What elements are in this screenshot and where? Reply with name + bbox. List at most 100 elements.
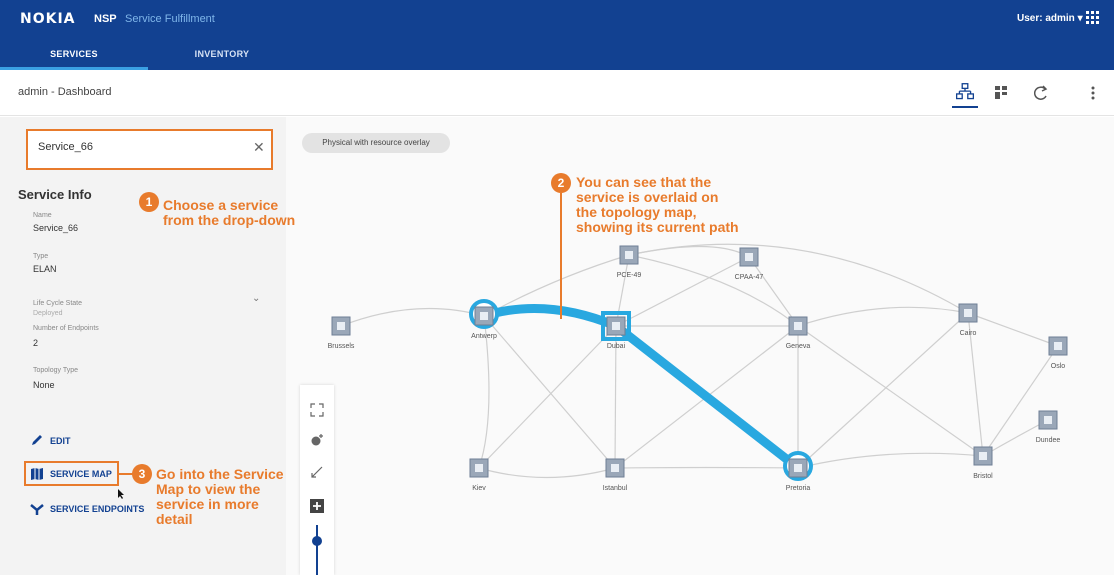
topology-node-label: Dubai — [607, 343, 626, 350]
user-menu-label: User: admin — [1017, 13, 1075, 24]
lifecycle-value: Deployed — [33, 310, 63, 317]
topology-node-label: Cairo — [960, 330, 977, 337]
topology-node-label: Oslo — [1051, 363, 1066, 370]
topology-node-label: Bristol — [973, 473, 993, 480]
more-options-icon[interactable] — [1080, 80, 1106, 108]
endpoints-value: 2 — [33, 338, 39, 348]
topology-node-label: CPAA-47 — [735, 274, 764, 281]
map-tools — [300, 385, 334, 575]
fullscreen-icon[interactable] — [310, 403, 324, 417]
callout-3-line: Map to view the — [156, 481, 261, 497]
router-icon-inner — [1044, 416, 1052, 424]
topology-type-label: Topology Type — [33, 367, 79, 374]
tab-services[interactable]: SERVICES — [0, 38, 148, 70]
callout-1-line: Choose a service — [163, 197, 279, 213]
tab-inventory[interactable]: INVENTORY — [148, 38, 296, 70]
topology-node-cairo[interactable]: Cairo — [958, 303, 978, 337]
link-tool-icon[interactable] — [310, 465, 324, 479]
endpoints-label: Number of Endpoints — [33, 325, 99, 332]
router-icon-inner — [794, 464, 802, 472]
callout-3-line: Go into the Service — [156, 466, 284, 482]
router-icon-inner — [794, 322, 802, 330]
module-name: Service Fulfillment — [125, 13, 215, 25]
chevron-down-icon[interactable]: ⌄ — [252, 293, 260, 304]
callout-2-line: service is overlaid on — [576, 189, 719, 205]
callout-2-line: You can see that the — [576, 174, 712, 190]
product-name: NSP — [94, 13, 117, 25]
router-icon-inner — [964, 309, 972, 317]
user-menu[interactable]: User: admin ▾ — [1017, 13, 1083, 24]
pencil-icon — [32, 435, 42, 445]
service-map-label: SERVICE MAP — [50, 469, 112, 479]
callout-1-text: Choose a service from the drop-down — [163, 198, 295, 228]
topology-view-icon[interactable] — [952, 80, 978, 108]
callout-2-text: You can see that the service is overlaid… — [576, 175, 739, 235]
top-bar: NOKIA NSP Service Fulfillment User: admi… — [0, 0, 1114, 38]
topology-node-dubai[interactable]: Dubai — [601, 311, 631, 350]
close-icon[interactable]: ✕ — [253, 139, 265, 156]
callout-2-leader — [560, 193, 562, 319]
name-label: Name — [33, 212, 52, 219]
cursor-icon — [118, 489, 124, 499]
main-nav: SERVICES INVENTORY — [0, 38, 1114, 70]
router-icon-inner — [337, 322, 345, 330]
refresh-icon[interactable] — [1028, 80, 1054, 108]
topology-node-istanbul[interactable]: Istanbul — [603, 458, 628, 492]
map-icon — [31, 468, 43, 480]
router-icon-inner — [625, 251, 633, 259]
service-info-title: Service Info — [18, 187, 92, 202]
add-node-icon[interactable] — [310, 433, 324, 447]
topology-node-label: Pretoria — [786, 485, 811, 492]
topology-node-label: Kiev — [472, 485, 486, 492]
lifecycle-label: Life Cycle State — [33, 300, 83, 307]
type-label: Type — [33, 253, 49, 260]
topology-node-cpaa47[interactable]: CPAA-47 — [735, 247, 764, 281]
router-icon-inner — [480, 312, 488, 320]
topology-node-bristol[interactable]: Bristol — [973, 446, 993, 480]
callout-3-text: Go into the Service Map to view the serv… — [156, 467, 284, 527]
zoom-slider[interactable] — [310, 525, 324, 575]
callout-2-line: the topology map, — [576, 204, 697, 220]
service-path-segment — [479, 304, 621, 331]
callout-3-leader — [119, 473, 133, 475]
topology-links — [340, 243, 1059, 479]
topology-node-kiev[interactable]: Kiev — [469, 458, 489, 492]
callout-2-badge: 2 — [551, 173, 571, 193]
topology-node-label: Dundee — [1036, 437, 1061, 444]
topology-node-oslo[interactable]: Oslo — [1048, 336, 1068, 370]
callout-3-line: detail — [156, 511, 193, 527]
topology-node-dundee[interactable]: Dundee — [1036, 410, 1061, 444]
edit-button[interactable]: EDIT — [50, 436, 71, 446]
router-icon-inner — [1054, 342, 1062, 350]
router-icon-inner — [475, 464, 483, 472]
topology-node-pce49[interactable]: PCE-49 — [617, 245, 642, 279]
service-search[interactable]: ✕ — [26, 129, 273, 170]
callout-3-badge: 3 — [132, 464, 152, 484]
zoom-in-icon[interactable] — [310, 499, 324, 513]
topology-type-value: None — [33, 380, 55, 390]
topology-node-pretoria[interactable]: Pretoria — [783, 451, 813, 492]
topology-node-label: Geneva — [786, 343, 811, 350]
router-icon-inner — [611, 464, 619, 472]
router-icon-inner — [745, 253, 753, 261]
topology-node-label: Antwerp — [471, 333, 497, 340]
topology-node-label: Brussels — [328, 343, 355, 350]
endpoints-icon — [30, 504, 44, 515]
topology-node-antwerp[interactable]: Antwerp — [469, 299, 499, 340]
app-grid-icon[interactable] — [1086, 11, 1100, 25]
type-value: ELAN — [33, 264, 57, 274]
name-value: Service_66 — [33, 223, 79, 233]
router-icon-inner — [979, 452, 987, 460]
sub-header: admin - Dashboard — [0, 70, 1114, 116]
router-icon-inner — [612, 322, 620, 330]
grid-view-icon[interactable] — [988, 80, 1014, 108]
topology-node-geneva[interactable]: Geneva — [786, 316, 811, 350]
callout-3-line: service in more — [156, 496, 259, 512]
breadcrumb: admin - Dashboard — [18, 86, 112, 98]
topology-node-label: Istanbul — [603, 485, 628, 492]
service-search-input[interactable] — [38, 141, 238, 153]
callout-1-badge: 1 — [139, 192, 159, 212]
topology-node-label: PCE-49 — [617, 272, 642, 279]
service-endpoints-button[interactable]: SERVICE ENDPOINTS — [50, 504, 144, 514]
nokia-logo: NOKIA — [20, 11, 76, 27]
